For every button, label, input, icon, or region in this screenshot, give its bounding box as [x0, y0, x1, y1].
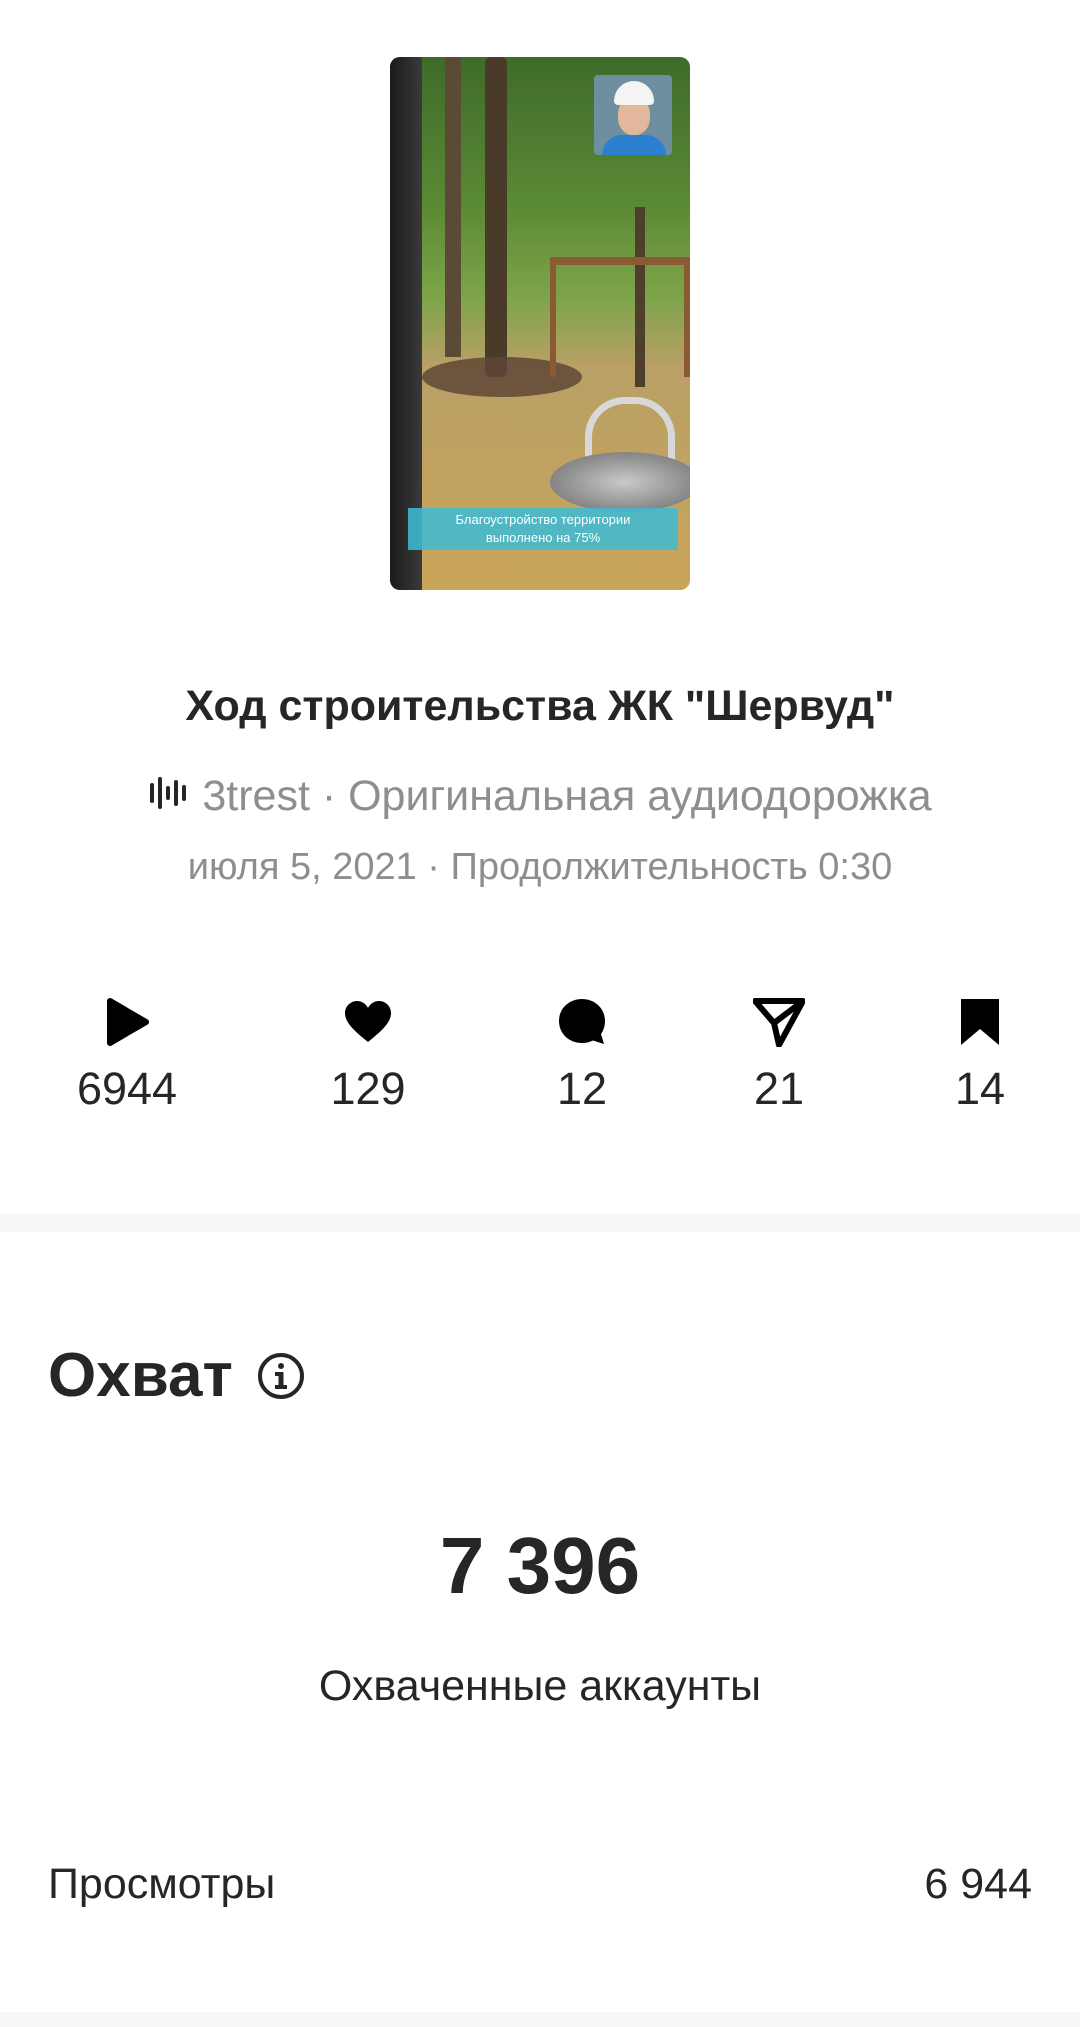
caption-line-1: Благоустройство территории [455, 512, 631, 527]
metric-row-views: Просмотры 6 944 [48, 1860, 1032, 1909]
bottom-divider [0, 2012, 1080, 2027]
reach-section-title: Охват [48, 1341, 233, 1410]
caption-line-2: выполнено на 75% [485, 530, 601, 545]
scene-tree [445, 57, 461, 357]
metric-row-value: 6 944 [924, 1860, 1032, 1908]
scene-swing [550, 257, 690, 377]
stat-likes-value: 129 [330, 1063, 406, 1114]
stat-plays-value: 6944 [76, 1063, 178, 1114]
audio-track[interactable]: 3trest · Оригинальная аудиодорожка [0, 772, 1080, 821]
scene-tree [485, 57, 507, 377]
presenter-inset [594, 75, 672, 155]
engagement-stats: 6944 129 12 21 14 [0, 995, 1080, 1115]
send-icon [699, 995, 859, 1049]
heart-icon [288, 995, 448, 1049]
comment-icon [502, 995, 662, 1049]
reel-thumbnail[interactable]: Благоустройство территории выполнено на … [390, 57, 690, 590]
info-icon[interactable] [257, 1352, 305, 1400]
stat-comments: 12 [502, 995, 662, 1115]
stat-likes: 129 [288, 995, 448, 1115]
scene-carousel [550, 452, 690, 512]
reel-title: Ход строительства ЖК "Шервуд" [185, 682, 895, 730]
stat-shares: 21 [699, 995, 859, 1115]
reel-meta: июля 5, 2021 · Продолжительность 0:30 [187, 846, 893, 888]
audio-wave-icon [148, 773, 188, 813]
reach-section-header: Охват [48, 1340, 305, 1411]
stat-plays: 6944 [47, 995, 207, 1115]
stat-saves: 14 [900, 995, 1060, 1115]
bookmark-icon [900, 995, 1060, 1049]
stat-comments-value: 12 [556, 1063, 608, 1114]
play-icon [47, 995, 207, 1049]
metric-row-label: Просмотры [48, 1860, 276, 1908]
accounts-reached-label: Охваченные аккаунты [318, 1662, 762, 1710]
audio-track-label: 3trest · Оригинальная аудиодорожка [202, 772, 932, 820]
video-caption: Благоустройство территории выполнено на … [408, 508, 678, 550]
stat-shares-value: 21 [753, 1063, 805, 1114]
stat-saves-value: 14 [954, 1063, 1006, 1114]
accounts-reached-value: 7 396 [439, 1521, 641, 1610]
section-divider [0, 1214, 1080, 1232]
